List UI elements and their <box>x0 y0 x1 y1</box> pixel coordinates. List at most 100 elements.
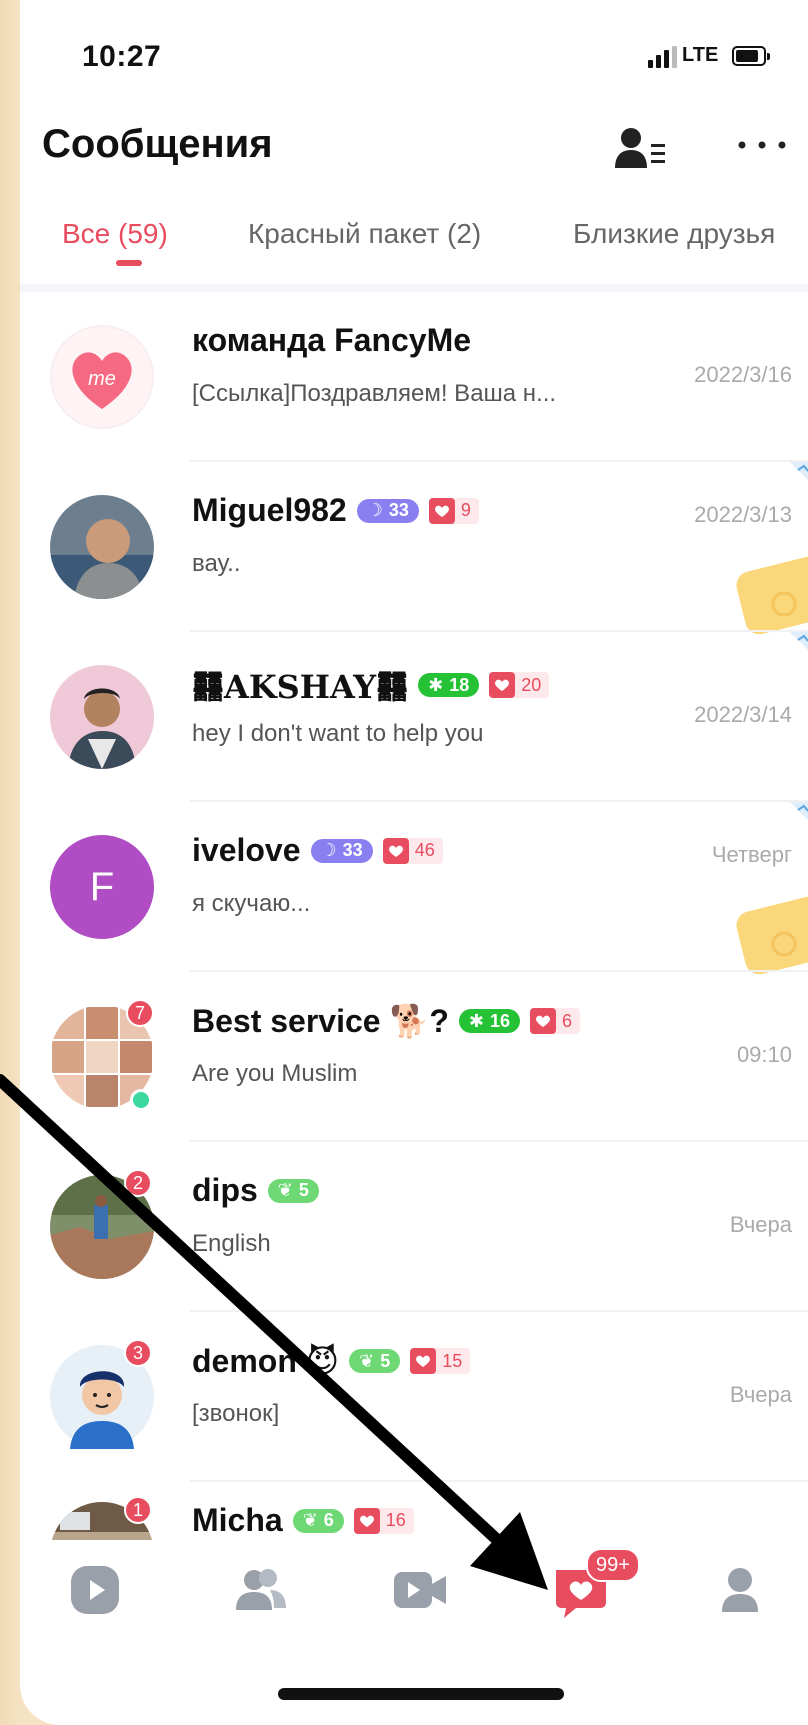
avatar <box>50 495 154 599</box>
unread-count-badge: 2 <box>124 1169 152 1197</box>
hearts-badge: 6 <box>529 1008 580 1034</box>
contact-name: Miguel982 <box>192 492 347 528</box>
message-date: Вчера <box>729 1382 792 1407</box>
more-button[interactable] <box>734 132 794 162</box>
level-badge: ☽ 33 <box>310 838 373 863</box>
more-icon <box>738 141 786 149</box>
battery-icon <box>732 46 770 66</box>
message-preview: Are you Muslim <box>192 1060 358 1087</box>
contact-name: dips <box>192 1172 258 1208</box>
tab-video-call[interactable] <box>390 1560 450 1620</box>
level-badge: ☽ 33 <box>356 498 419 523</box>
clover-icon: ✱ <box>428 674 444 695</box>
message-preview: вау.. <box>192 550 241 577</box>
tab-close-friends[interactable]: Близкие друзья <box>573 218 775 250</box>
phone-screen: 10:27 LTE Сообщения Все (59) Красный пак <box>20 0 808 1725</box>
network-label: LTE <box>682 44 719 66</box>
heart-icon <box>489 672 516 698</box>
message-preview: English <box>192 1230 271 1257</box>
home-indicator <box>278 1688 564 1700</box>
conversation-row[interactable]: 7 Best service 🐕? ✱ 16 6 Are you Muslim 0… <box>20 972 808 1142</box>
signal-icon <box>648 46 677 68</box>
svg-text:me: me <box>88 368 116 390</box>
avatar: 1 <box>50 1496 154 1542</box>
message-preview: hey I don't want to help you <box>192 720 484 747</box>
contact-name: demon 😈 <box>192 1343 340 1379</box>
message-preview: [Ссылка]Поздравляем! Ваша н... <box>192 380 557 407</box>
avatar: 7 <box>50 999 154 1111</box>
level-badge: ❦ 6 <box>292 1508 344 1533</box>
contact-name: команда FancyMe <box>192 322 472 358</box>
level-badge: ✱ 16 <box>458 1009 520 1033</box>
hearts-badge: 46 <box>382 837 443 864</box>
hearts-badge: 20 <box>489 672 550 698</box>
message-date: Четверг <box>711 842 792 867</box>
messages-count-badge: 99+ <box>586 1548 640 1582</box>
heart-icon <box>353 1507 380 1534</box>
hearts-badge: 16 <box>353 1507 414 1534</box>
status-bar: 10:27 LTE <box>20 30 808 90</box>
message-preview: я скучаю... <box>192 890 311 917</box>
pin-corner-icon <box>790 632 808 650</box>
message-date: 2022/3/13 <box>694 502 792 527</box>
conversation-row[interactable]: 2 dips ❦ 5 English Вчера <box>20 1142 808 1312</box>
conversation-row[interactable]: 䨻AKSHAY䨻 ✱ 18 20 hey I don't want to help… <box>20 632 808 802</box>
avatar <box>50 665 154 769</box>
contacts-list-icon <box>615 128 665 168</box>
contact-name: Best service 🐕? <box>192 1003 449 1039</box>
level-badge: ❦ 5 <box>349 1349 401 1373</box>
play-icon <box>71 1566 119 1614</box>
message-date: 09:10 <box>736 1042 792 1067</box>
heart-icon <box>428 497 455 524</box>
tab-red-packet[interactable]: Красный пакет (2) <box>248 218 481 250</box>
red-envelope-icon[interactable] <box>732 894 808 974</box>
header: Сообщения <box>20 110 808 190</box>
pin-corner-icon <box>790 462 808 480</box>
heart-icon <box>382 837 409 864</box>
sprout-icon: ❦ <box>277 1180 293 1200</box>
unread-count-badge: 1 <box>124 1496 152 1524</box>
heart-icon <box>529 1008 556 1034</box>
tab-videos[interactable] <box>65 1560 125 1620</box>
contact-name: Micha <box>192 1502 283 1538</box>
decor-glyph: 䨻 <box>192 668 225 706</box>
fancyme-logo-icon: me <box>72 352 132 409</box>
tab-friends[interactable] <box>230 1560 290 1620</box>
message-date: 2022/3/16 <box>694 362 792 387</box>
online-indicator <box>130 1089 152 1111</box>
tab-all[interactable]: Все (59) <box>62 218 168 250</box>
red-envelope-icon[interactable] <box>732 554 808 634</box>
moon-icon: ☽ <box>366 500 383 520</box>
message-date: Вчера <box>729 1212 792 1237</box>
avatar: 3 <box>50 1339 154 1449</box>
profile-icon <box>722 1568 758 1612</box>
tab-bar: Все (59) Красный пакет (2) Близкие друзь… <box>20 210 808 280</box>
contact-name: 䨻AKSHAY䨻 <box>192 668 409 706</box>
heart-icon <box>410 1348 437 1374</box>
sprout-icon: ❦ <box>302 1510 318 1530</box>
moon-icon: ☽ <box>320 840 337 860</box>
tab-profile[interactable] <box>710 1560 770 1620</box>
page-title: Сообщения <box>42 122 273 166</box>
active-tab-indicator <box>116 260 142 266</box>
avatar: F <box>50 835 154 939</box>
pin-corner-icon <box>790 802 808 820</box>
hearts-badge: 9 <box>428 497 479 524</box>
unread-count-badge: 3 <box>124 1339 152 1367</box>
conversation-row[interactable]: Miguel982 ☽ 33 9 вау.. 2022/3/13 <box>20 462 808 634</box>
clover-icon: ✱ <box>468 1010 484 1031</box>
conversation-row[interactable]: F ivelove ☽ 33 46 я скучаю... Четверг <box>20 802 808 974</box>
tabs-divider <box>20 284 808 292</box>
users-icon <box>236 1569 286 1610</box>
avatar: me <box>50 325 154 429</box>
contacts-list-button[interactable] <box>615 124 667 172</box>
conversation-row[interactable]: 3 demon 😈 ❦ 5 15 [звонок] Вчера <box>20 1312 808 1482</box>
level-badge: ❦ 5 <box>267 1178 319 1203</box>
contact-name: ivelove <box>192 832 301 868</box>
conversation-row[interactable]: me команда FancyMe [Ссылка]Поздравляем! … <box>20 292 808 462</box>
conversation-row[interactable]: 1 Micha ❦ 6 16 <box>20 1482 808 1542</box>
tab-messages[interactable]: 99+ <box>550 1548 640 1620</box>
bottom-tab-bar: 99+ <box>20 1540 808 1660</box>
message-preview: [звонок] <box>192 1400 280 1427</box>
status-time: 10:27 <box>82 40 162 73</box>
